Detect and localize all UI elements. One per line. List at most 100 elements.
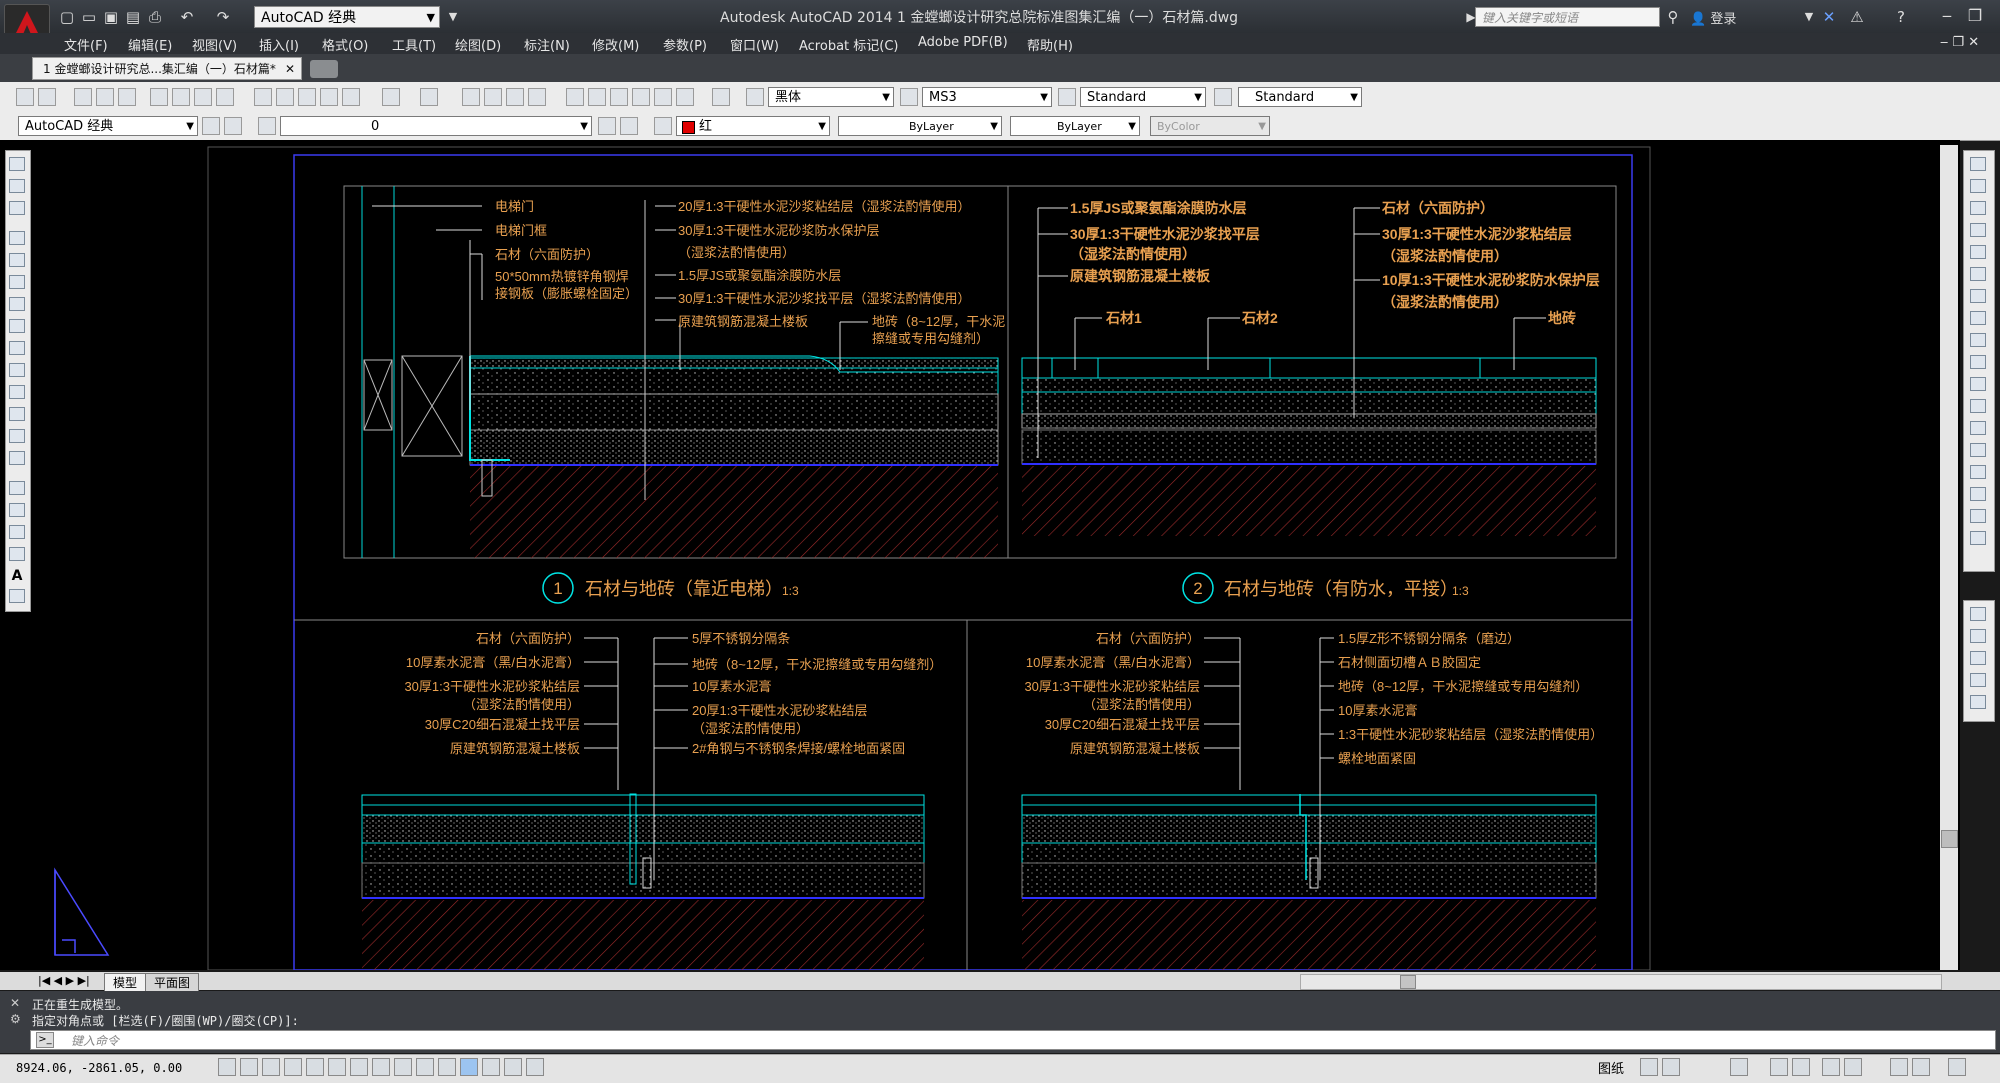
menu-edit[interactable]: 编辑(E) [128,35,172,54]
layer-previous-icon[interactable] [620,117,638,135]
workspace-select[interactable]: AutoCAD 经典 ▼ [254,6,440,28]
snap-mode-icon[interactable] [240,1058,258,1076]
trim-icon[interactable] [1970,355,1986,369]
sheetset-icon[interactable] [632,88,650,106]
designcenter-icon[interactable] [588,88,606,106]
menu-tools[interactable]: 工具(T) [392,35,436,54]
blockeditor-icon[interactable] [342,88,360,106]
hatch-icon[interactable] [9,481,25,495]
text-style-icon[interactable] [746,88,764,106]
layer-properties-icon[interactable] [258,117,276,135]
layer-select[interactable]: 0 ▼ [280,116,592,136]
tab-nav-arrows[interactable]: |◀ ◀ ▶ ▶| [38,974,90,987]
markup-icon[interactable] [654,88,672,106]
quickcalc-icon[interactable] [676,88,694,106]
stretch-icon[interactable] [1970,333,1986,347]
send-back-icon[interactable] [1970,629,1986,643]
break-icon[interactable] [1970,399,1986,413]
copy-object-icon[interactable] [1970,179,1986,193]
offset-icon[interactable] [1970,223,1986,237]
undo-tb-icon[interactable] [382,88,400,106]
new-icon[interactable]: ▢ [58,8,76,26]
close-icon[interactable]: ✕ [285,58,295,81]
menu-format[interactable]: 格式(O) [322,35,368,54]
layer-states-icon[interactable] [654,117,672,135]
add-selected-icon[interactable] [9,589,25,603]
menu-file[interactable]: 文件(F) [64,35,108,54]
annotation-scale-icon[interactable] [1770,1058,1788,1076]
array-icon[interactable] [1970,245,1986,259]
workspace-switch-icon[interactable] [1822,1058,1840,1076]
menu-modify[interactable]: 修改(M) [592,35,639,54]
mleader-style-icon[interactable] [1214,88,1232,106]
menu-parametric[interactable]: 参数(P) [663,35,707,54]
open-file-icon[interactable] [96,88,114,106]
menu-window[interactable]: 窗口(W) [730,35,779,54]
workspace-settings-icon[interactable] [202,117,220,135]
menu-insert[interactable]: 插入(I) [259,35,299,54]
qa-customize-icon[interactable]: ▼ [444,8,462,26]
revcloud-icon[interactable] [9,319,25,333]
properties-icon[interactable] [566,88,584,106]
point-icon[interactable] [9,451,25,465]
tab-model[interactable]: 模型 [104,973,147,992]
matchprop-icon[interactable] [320,88,338,106]
redo-tb-icon[interactable] [420,88,438,106]
mtext-icon[interactable]: A [9,569,25,583]
line-icon[interactable] [9,157,25,171]
maximize-viewport-icon[interactable] [1730,1058,1748,1076]
mleader-style-select[interactable]: Standard ▼ [1238,87,1362,107]
new-tab-button[interactable] [310,60,338,78]
dim-style-select[interactable]: MS3 ▼ [922,87,1052,107]
menu-dimension[interactable]: 标注(N) [524,35,570,54]
dynamic-input-icon[interactable] [416,1058,434,1076]
circle-icon[interactable] [9,297,25,311]
polygon-icon[interactable] [9,231,25,245]
color-select[interactable]: 红 ▼ [676,116,830,136]
close-icon[interactable]: ✕ [10,996,20,1010]
gradient-icon[interactable] [9,503,25,517]
horizontal-scrollbar[interactable] [1300,974,1942,990]
selection-cycling-icon[interactable] [504,1058,522,1076]
help-search-input[interactable]: 键入关键字或短语 [1475,7,1660,27]
extend-icon[interactable] [1970,377,1986,391]
help-icon[interactable]: ? [1892,8,1910,26]
quick-view-layouts-icon[interactable] [1640,1058,1658,1076]
allow-ucs-icon[interactable] [394,1058,412,1076]
edit-polyline-icon[interactable] [1970,531,1986,545]
copy-icon[interactable] [276,88,294,106]
object-snap-icon[interactable] [328,1058,346,1076]
table-icon[interactable] [9,547,25,561]
chamfer-icon[interactable] [1970,443,1986,457]
text-style-select[interactable]: 黑体 ▼ [768,87,894,107]
table-style-select[interactable]: Standard ▼ [1080,87,1206,107]
rectangle-icon[interactable] [9,253,25,267]
lineweight-icon[interactable] [438,1058,456,1076]
publish-icon[interactable] [194,88,212,106]
clean-screen-icon[interactable] [1948,1058,1966,1076]
send-under-icon[interactable] [1970,673,1986,687]
text-front-icon[interactable] [1970,695,1986,709]
workspace-combo[interactable]: AutoCAD 经典 ▼ [18,116,198,136]
save-file-icon[interactable] [118,88,136,106]
pan-icon[interactable] [462,88,480,106]
lock-toolbar-icon[interactable] [1844,1058,1862,1076]
infer-constraints-icon[interactable] [218,1058,236,1076]
pdf-icon[interactable] [16,88,34,106]
explode-icon[interactable] [1970,509,1986,523]
plot-icon[interactable] [150,88,168,106]
move-icon[interactable] [1970,267,1986,281]
tab-layout-plan[interactable]: 平面图 [145,973,200,992]
polyline-icon[interactable] [9,201,25,215]
dim-style-icon[interactable] [900,88,918,106]
saveas-icon[interactable]: ▤ [124,8,142,26]
open-icon[interactable]: ▭ [80,8,98,26]
qnew-icon[interactable] [74,88,92,106]
menu-adobe-pdf[interactable]: Adobe PDF(B) [918,35,1008,50]
doc-tab[interactable]: 1 金螳螂设计研究总...集汇编（一）石材篇* ✕ [32,57,302,80]
ellipse-arc-icon[interactable] [9,385,25,399]
mirror-icon[interactable] [1970,201,1986,215]
drawing-svg[interactable]: 电梯门 电梯门框 石材（六面防护） 50*50mm热镀锌角钢焊 接钢板（膨胀螺栓… [0,140,1960,971]
redo-icon[interactable]: ↷ [214,8,232,26]
help-tb-icon[interactable] [712,88,730,106]
